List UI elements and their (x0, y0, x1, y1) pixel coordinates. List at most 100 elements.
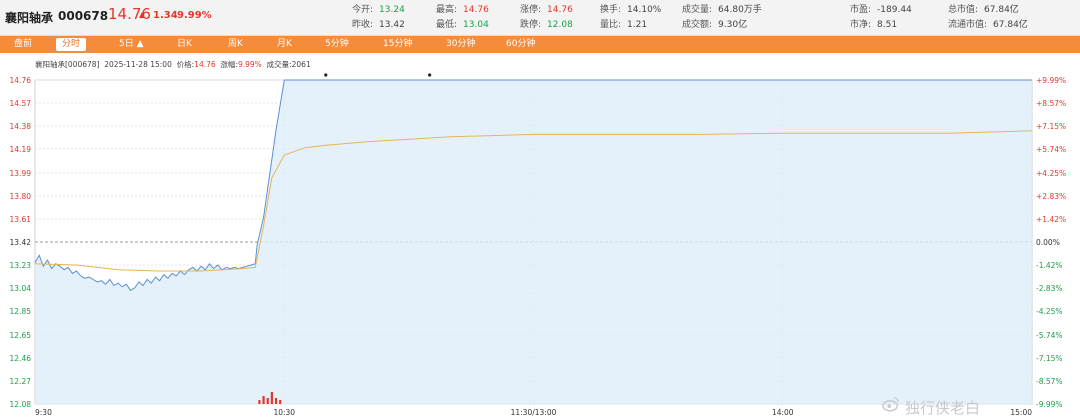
quote-label: 市净: (850, 20, 872, 30)
pct-tick-label: 0.00% (1036, 238, 1060, 247)
tab-7[interactable]: 15分钟 (377, 38, 418, 51)
quote-item: 总市值: 67.84亿 (948, 2, 1019, 15)
quote-label: 流通市值: (948, 20, 988, 30)
up-arrow-icon: ▲ (139, 10, 146, 19)
watermark-text: 独行侠老白 (905, 399, 981, 417)
volume-bar (279, 400, 282, 404)
chart-tab-bar: 盘前 分时 5日 ▲ 日K 周K 月K 5分钟 15分钟 30分钟 60分钟 (0, 36, 1080, 53)
quote-label: 量比: (600, 20, 622, 30)
volume-bar (262, 396, 265, 404)
quote-item: 量比: 1.21 (600, 17, 647, 30)
quote-label: 换手: (600, 5, 622, 15)
quote-label: 市盈: (850, 5, 872, 15)
volume-bar (274, 398, 278, 404)
pct-tick-label: -4.25% (1036, 307, 1063, 316)
stock-change: 1.34 (153, 10, 178, 21)
quote-value: -189.44 (877, 5, 912, 15)
y-tick-label: 12.46 (10, 354, 32, 363)
quote-value: 12.08 (547, 20, 573, 30)
y-tick-label: 13.80 (10, 192, 32, 201)
limit-up-marker-icon (428, 73, 432, 77)
y-tick-label: 13.04 (10, 284, 32, 293)
volume-bar (258, 400, 261, 404)
tab-2[interactable]: 5日 ▲ (113, 38, 150, 51)
pct-tick-label: -5.74% (1036, 331, 1063, 340)
stock-change-pct: 9.99% (177, 10, 212, 21)
y-tick-label: 14.38 (10, 122, 32, 131)
quote-value: 14.10% (627, 5, 662, 15)
quote-label: 涨停: (520, 5, 542, 15)
intraday-chart[interactable]: 14.76 +9.99% 14.57 +8.57% 14.38 +7.15% 14.19 +5… (0, 66, 1080, 420)
y-tick-label: 13.23 (10, 261, 32, 270)
tab-6[interactable]: 5分钟 (319, 38, 355, 51)
tab-1[interactable]: 分时 (56, 38, 87, 51)
pct-tick-label: +5.74% (1036, 145, 1066, 154)
quote-item: 跌停: 12.08 (520, 17, 573, 30)
volume-bar (270, 392, 273, 404)
tab-8[interactable]: 30分钟 (440, 38, 481, 51)
quote-label: 成交额: (682, 20, 713, 30)
quote-item: 昨收: 13.42 (352, 17, 405, 30)
weibo-icon (882, 397, 899, 412)
tab-0[interactable]: 盘前 (8, 38, 38, 51)
quote-item: 最高: 14.76 (436, 2, 489, 15)
quote-header: 襄阳轴承 000678 14.76 ▲ 1.34 9.99% 今开: 13.24 最… (0, 0, 1080, 36)
pct-tick-label: -8.57% (1036, 377, 1063, 386)
stock-code: 000678 (58, 9, 109, 23)
quote-value: 9.30亿 (718, 20, 748, 30)
quote-label: 昨收: (352, 20, 374, 30)
quote-item: 换手: 14.10% (600, 2, 661, 15)
pct-tick-label: -2.83% (1036, 284, 1063, 293)
x-tick-label: 9:30 (35, 408, 52, 417)
y-tick-label: 12.08 (10, 400, 32, 409)
tab-9[interactable]: 60分钟 (500, 38, 541, 51)
pct-tick-label: +1.42% (1036, 215, 1066, 224)
quote-value: 64.80万手 (718, 5, 762, 15)
pct-tick-label: -7.15% (1036, 354, 1063, 363)
y-tick-label: 13.99 (10, 169, 32, 178)
tab-5[interactable]: 月K (271, 38, 298, 51)
quote-value: 13.24 (379, 5, 405, 15)
pct-tick-label: +9.99% (1036, 76, 1066, 85)
quote-item: 流通市值: 67.84亿 (948, 17, 1028, 30)
quote-label: 今开: (352, 5, 374, 15)
quote-value: 13.04 (463, 20, 489, 30)
y-tick-label: 14.57 (10, 99, 32, 108)
pct-tick-label: +8.57% (1036, 99, 1066, 108)
quote-item: 市净: 8.51 (850, 17, 897, 30)
y-tick-label: 12.65 (10, 331, 32, 340)
tab-3[interactable]: 日K (171, 38, 198, 51)
quote-item: 市盈: -189.44 (850, 2, 912, 15)
x-tick-label: 10:30 (273, 408, 295, 417)
stock-name: 襄阳轴承 (5, 11, 54, 25)
limit-up-marker-icon (324, 73, 328, 77)
x-tick-label: 15:00 (1010, 408, 1032, 417)
y-tick-label: 14.76 (10, 76, 32, 85)
quote-label: 成交量: (682, 5, 713, 15)
pct-tick-label: +2.83% (1036, 192, 1066, 201)
quote-value: 14.76 (463, 5, 489, 15)
quote-item: 最低: 13.04 (436, 17, 489, 30)
quote-value: 1.21 (627, 20, 648, 30)
quote-value: 67.84亿 (993, 20, 1028, 30)
pct-tick-label: -9.99% (1036, 400, 1063, 409)
y-tick-label: 13.42 (10, 238, 32, 247)
quote-label: 最高: (436, 5, 458, 15)
quote-value: 67.84亿 (984, 5, 1019, 15)
quote-label: 总市值: (948, 5, 979, 15)
quote-item: 成交量: 64.80万手 (682, 2, 762, 15)
x-tick-label: 11:30/13:00 (511, 408, 557, 417)
quote-item: 成交额: 9.30亿 (682, 17, 747, 30)
quote-value: 13.42 (379, 20, 405, 30)
pct-tick-label: -1.42% (1036, 261, 1063, 270)
quote-label: 跌停: (520, 20, 542, 30)
quote-value: 8.51 (877, 20, 898, 30)
quote-label: 最低: (436, 20, 458, 30)
quote-value: 14.76 (547, 5, 573, 15)
quote-item: 今开: 13.24 (352, 2, 405, 15)
x-tick-label: 14:00 (772, 408, 794, 417)
tab-4[interactable]: 周K (222, 38, 249, 51)
y-tick-label: 13.61 (10, 215, 32, 224)
pct-tick-label: +4.25% (1036, 169, 1066, 178)
volume-bar (266, 398, 269, 404)
